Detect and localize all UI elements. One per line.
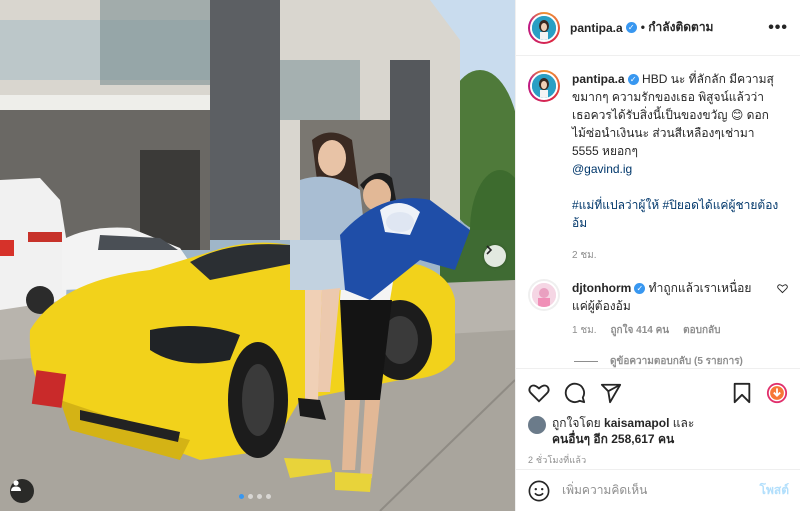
comment-body: djtonhorm ✓ ทำถูกแล้วเราเหนื่อยแค่ผู้ต้อง… — [572, 279, 762, 338]
author-username[interactable]: pantipa.a — [570, 21, 623, 35]
caption: pantipa.a ✓ HBD นะ ที่ลักลัก มีความสุขมาก… — [528, 70, 788, 263]
avatar-image — [530, 72, 558, 100]
avatar-illustration — [532, 15, 556, 40]
comment-likes[interactable]: ถูกใจ 414 คน — [611, 323, 670, 338]
avatar-image — [530, 281, 558, 309]
commenter-avatar[interactable] — [528, 279, 560, 311]
caption-text: pantipa.a ✓ HBD นะ ที่ลักลัก มีความสุขมาก… — [572, 70, 782, 232]
bookmark-icon[interactable] — [732, 382, 752, 404]
heart-icon[interactable] — [528, 382, 550, 404]
share-icon[interactable] — [600, 382, 622, 404]
follow-status[interactable]: • กำลังติดตาม — [641, 18, 714, 37]
carousel-dot — [248, 494, 253, 499]
avatar-illustration — [532, 283, 556, 307]
likes-text: ถูกใจโดย kaisamapol และ คนอื่นๆ อีก 258,… — [552, 415, 694, 447]
likes-summary: ถูกใจโดย kaisamapol และ คนอื่นๆ อีก 258,… — [528, 415, 788, 447]
comment-input[interactable]: เพิ่มความคิดเห็น — [562, 481, 748, 500]
carousel-dot — [266, 494, 271, 499]
liker-username[interactable]: kaisamapol — [604, 416, 669, 430]
avatar-image — [530, 13, 558, 42]
next-photo-button[interactable] — [484, 245, 506, 267]
caption-hashtags[interactable]: #แม่ที่แปลว่าผู้ให้ #ปิยอดได้แค่ผู้ชายต้… — [572, 198, 778, 230]
liker-avatar[interactable] — [528, 416, 546, 434]
likes-count[interactable]: คนอื่นๆ อีก 258,617 คน — [552, 432, 674, 446]
verified-icon: ✓ — [634, 283, 646, 295]
caption-mention[interactable]: @gavind.ig — [572, 162, 632, 176]
replies-divider — [574, 361, 598, 362]
verified-icon: ✓ — [625, 22, 637, 33]
author-avatar[interactable] — [528, 11, 560, 44]
heart-icon — [777, 284, 788, 294]
action-icons-right — [732, 382, 788, 404]
commenter-username[interactable]: djtonhorm — [572, 281, 631, 295]
comment-item: djtonhorm ✓ ทำถูกแล้วเราเหนื่อยแค่ผู้ต้อง… — [528, 279, 788, 338]
reply-button[interactable]: ตอบกลับ — [683, 323, 720, 338]
likes-and: และ — [672, 416, 695, 430]
comments-list: pantipa.a ✓ HBD นะ ที่ลักลัก มีความสุขมาก… — [516, 56, 800, 368]
view-replies-label: ดูข้อความตอบกลับ (5 รายการ) — [610, 356, 743, 367]
add-comment-bar: เพิ่มความคิดเห็น โพสต์ — [516, 469, 800, 511]
view-replies-button[interactable]: ดูข้อความตอบกลับ (5 รายการ) — [574, 354, 788, 368]
post-timestamp[interactable]: 2 ชั่วโมงที่แล้ว — [528, 453, 788, 467]
action-icons — [528, 377, 788, 409]
user-tag-button[interactable] — [10, 479, 34, 503]
emoji-icon[interactable] — [528, 480, 550, 502]
carousel-dot — [239, 494, 244, 499]
photo-illustration — [0, 0, 515, 511]
chevron-right-icon — [486, 245, 493, 255]
comment-text: djtonhorm ✓ ทำถูกแล้วเราเหนื่อยแค่ผู้ต้อง… — [572, 279, 762, 315]
post-comment-button[interactable]: โพสต์ — [760, 481, 789, 500]
caption-username[interactable]: pantipa.a — [572, 72, 625, 86]
more-options-icon[interactable]: ••• — [768, 19, 788, 37]
comment-icon[interactable] — [564, 382, 586, 404]
caption-avatar[interactable] — [528, 70, 560, 102]
header-user-info: pantipa.a ✓ • กำลังติดตาม — [570, 18, 713, 37]
comment-like-button[interactable] — [777, 279, 788, 338]
post-photo[interactable] — [0, 0, 515, 511]
post-sidebar: pantipa.a ✓ • กำลังติดตาม ••• pantipa.a … — [515, 0, 800, 511]
carousel-dot — [257, 494, 262, 499]
carousel-indicator — [239, 494, 271, 499]
verified-icon: ✓ — [627, 74, 639, 86]
caption-time[interactable]: 2 ชม. — [572, 248, 782, 263]
caption-body: pantipa.a ✓ HBD นะ ที่ลักลัก มีความสุขมาก… — [572, 70, 782, 263]
comment-time[interactable]: 1 ชม. — [572, 323, 597, 338]
avatar-illustration — [532, 74, 556, 98]
comment-meta: 1 ชม. ถูกใจ 414 คน ตอบกลับ — [572, 323, 762, 338]
post-header: pantipa.a ✓ • กำลังติดตาม ••• — [516, 0, 800, 56]
likes-prefix: ถูกใจโดย — [552, 416, 601, 430]
instagram-post-modal: pantipa.a ✓ • กำลังติดตาม ••• pantipa.a … — [0, 0, 800, 511]
user-tag-icon — [11, 480, 21, 491]
download-icon[interactable] — [766, 382, 788, 404]
